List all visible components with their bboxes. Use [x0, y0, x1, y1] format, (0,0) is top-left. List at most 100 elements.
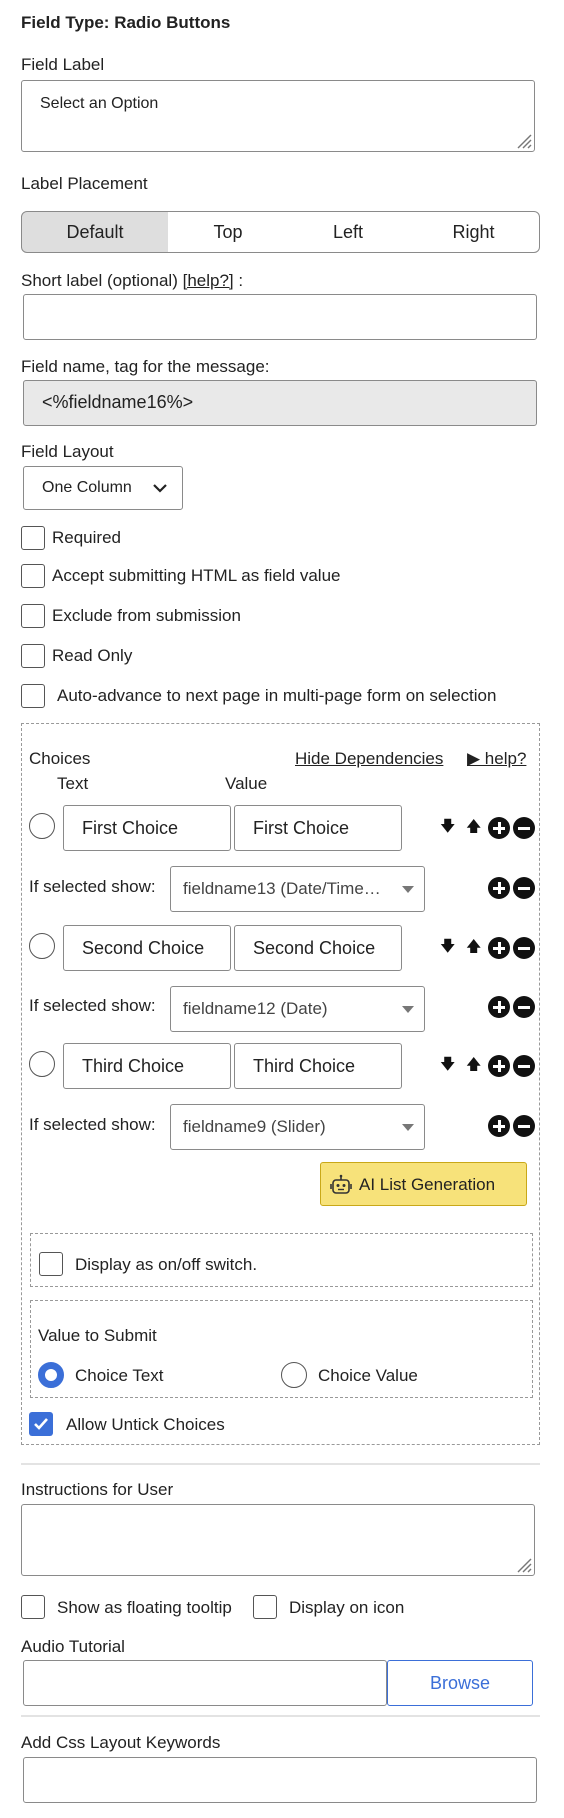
field-name-heading: Field name, tag for the message: — [21, 357, 270, 376]
exclude-checkbox[interactable] — [21, 604, 45, 628]
floating-tooltip-label: Show as floating tooltip — [57, 1598, 232, 1617]
checkmark-icon — [34, 1418, 48, 1430]
field-name-readonly: <%fieldname16%> — [23, 380, 537, 426]
dependency-value-3: fieldname9 (Slider) — [183, 1117, 326, 1136]
choice-value-input-3[interactable]: Third Choice — [234, 1043, 402, 1089]
chevron-down-icon — [153, 484, 167, 493]
choices-heading: Choices — [29, 749, 91, 768]
hide-dependencies-link[interactable]: Hide Dependencies — [295, 749, 443, 769]
remove-dependency-icon[interactable] — [513, 996, 535, 1018]
if-selected-label-1: If selected show: — [29, 877, 156, 896]
remove-choice-icon[interactable] — [513, 1055, 535, 1077]
add-dependency-icon[interactable] — [488, 877, 510, 899]
choice-radio-2[interactable] — [29, 933, 55, 959]
resize-grip-icon[interactable] — [514, 131, 532, 149]
instructions-textarea[interactable] — [21, 1504, 535, 1576]
section-divider — [21, 1715, 540, 1717]
choice-text-option-label: Choice Text — [75, 1366, 164, 1385]
ai-list-generation-label: AI List Generation — [359, 1175, 496, 1194]
field-label-heading: Field Label — [21, 55, 105, 74]
add-choice-icon[interactable] — [488, 817, 510, 839]
add-dependency-icon[interactable] — [488, 996, 510, 1018]
add-choice-icon[interactable] — [488, 1055, 510, 1077]
field-layout-select[interactable]: One Column — [23, 466, 183, 510]
caret-down-icon — [402, 1124, 414, 1131]
field-layout-value: One Column — [42, 479, 132, 496]
move-down-icon[interactable]: 🡇 — [440, 1057, 455, 1072]
label-placement-heading: Label Placement — [21, 174, 148, 193]
short-label-input[interactable] — [23, 294, 537, 340]
css-keywords-heading: Add Css Layout Keywords — [21, 1733, 221, 1752]
short-label-heading: Short label (optional) [help?] : — [21, 271, 243, 291]
choices-help-link[interactable]: ▶ help? — [467, 749, 526, 769]
caret-down-icon — [402, 1006, 414, 1013]
choice-radio-1[interactable] — [29, 813, 55, 839]
field-label-textarea[interactable]: Select an Option — [21, 80, 535, 152]
dependency-value-1: fieldname13 (Date/Time… — [183, 879, 381, 898]
floating-tooltip-checkbox[interactable] — [21, 1595, 45, 1619]
field-layout-heading: Field Layout — [21, 442, 114, 461]
move-up-icon[interactable]: 🡅 — [466, 1057, 481, 1072]
field-name-value: <%fieldname16%> — [42, 392, 194, 412]
choice-text-input-3[interactable]: Third Choice — [63, 1043, 231, 1089]
move-down-icon[interactable]: 🡇 — [440, 939, 455, 954]
accept-html-label: Accept submitting HTML as field value — [52, 566, 341, 585]
add-choice-icon[interactable] — [488, 937, 510, 959]
value-to-submit-heading: Value to Submit — [38, 1326, 157, 1345]
placement-left-button[interactable]: Left — [288, 211, 409, 253]
robot-icon — [330, 1174, 352, 1194]
add-dependency-icon[interactable] — [488, 1115, 510, 1137]
audio-url-input[interactable] — [23, 1660, 387, 1706]
choice-value-radio[interactable] — [281, 1362, 307, 1388]
choice-value-input-1[interactable]: First Choice — [234, 805, 402, 851]
ai-list-generation-button[interactable]: AI List Generation — [320, 1162, 527, 1206]
dependency-select-1[interactable]: fieldname13 (Date/Time… — [170, 866, 425, 912]
choice-text-input-2[interactable]: Second Choice — [63, 925, 231, 971]
dependency-select-3[interactable]: fieldname9 (Slider) — [170, 1104, 425, 1150]
required-label: Required — [52, 528, 121, 547]
dependency-select-2[interactable]: fieldname12 (Date) — [170, 986, 425, 1032]
display-on-icon-checkbox[interactable] — [253, 1595, 277, 1619]
move-up-icon[interactable]: 🡅 — [466, 819, 481, 834]
auto-advance-label: Auto-advance to next page in multi-page … — [57, 686, 497, 705]
remove-choice-icon[interactable] — [513, 937, 535, 959]
page-title: Field Type: Radio Buttons — [21, 13, 231, 32]
placement-top-button[interactable]: Top — [168, 211, 289, 253]
resize-grip-icon[interactable] — [514, 1555, 532, 1573]
caret-down-icon — [402, 886, 414, 893]
required-checkbox[interactable] — [21, 526, 45, 550]
browse-button[interactable]: Browse — [387, 1660, 533, 1706]
short-label-help-link[interactable]: [help?] — [183, 271, 234, 290]
short-label-text: Short label (optional) — [21, 271, 178, 290]
audio-tutorial-heading: Audio Tutorial — [21, 1637, 125, 1656]
read-only-checkbox[interactable] — [21, 644, 45, 668]
choice-value-input-2[interactable]: Second Choice — [234, 925, 402, 971]
read-only-label: Read Only — [52, 646, 133, 665]
move-up-icon[interactable]: 🡅 — [466, 939, 481, 954]
remove-dependency-icon[interactable] — [513, 877, 535, 899]
remove-choice-icon[interactable] — [513, 817, 535, 839]
if-selected-label-3: If selected show: — [29, 1115, 156, 1134]
move-down-icon[interactable]: 🡇 — [440, 819, 455, 834]
placement-default-button[interactable]: Default — [21, 211, 169, 253]
choice-text-input-1[interactable]: First Choice — [63, 805, 231, 851]
display-on-icon-label: Display on icon — [289, 1598, 405, 1617]
dependency-value-2: fieldname12 (Date) — [183, 999, 328, 1018]
auto-advance-checkbox[interactable] — [21, 684, 45, 708]
remove-dependency-icon[interactable] — [513, 1115, 535, 1137]
field-label-value: Select an Option — [40, 95, 159, 112]
css-keywords-input[interactable] — [23, 1757, 537, 1803]
section-divider — [21, 1463, 540, 1465]
if-selected-label-2: If selected show: — [29, 996, 156, 1015]
placement-right-button[interactable]: Right — [408, 211, 540, 253]
short-label-suffix: : — [238, 271, 244, 290]
allow-untick-checkbox[interactable] — [29, 1412, 53, 1436]
accept-html-checkbox[interactable] — [21, 564, 45, 588]
display-switch-checkbox[interactable] — [39, 1252, 63, 1276]
column-value-heading: Value — [225, 774, 268, 793]
choice-value-option-label: Choice Value — [318, 1366, 418, 1385]
choice-text-radio[interactable] — [38, 1362, 64, 1388]
choice-radio-3[interactable] — [29, 1051, 55, 1077]
allow-untick-label: Allow Untick Choices — [66, 1415, 225, 1434]
instructions-heading: Instructions for User — [21, 1480, 174, 1499]
